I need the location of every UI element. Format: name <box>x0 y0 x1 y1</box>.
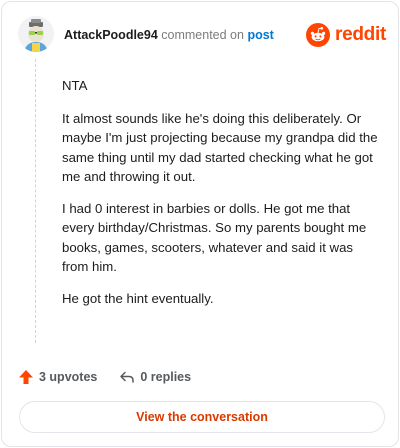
reddit-logo-icon <box>306 23 331 47</box>
comment-paragraph: I had 0 interest in barbies or dolls. He… <box>62 200 367 275</box>
comment-body: NTA It almost sounds like he's doing thi… <box>62 76 382 320</box>
brand-name: reddit <box>335 24 386 45</box>
reply-button[interactable]: 0 replies <box>119 369 191 385</box>
reply-arrow-icon <box>120 371 135 383</box>
comment-paragraph: NTA <box>62 78 88 93</box>
upvote-count: 3 upvotes <box>39 370 98 384</box>
comment-actions: 3 upvotes 0 replies <box>18 366 191 388</box>
reddit-logo[interactable]: reddit <box>306 22 386 48</box>
comment-meta: AttackPoodle94 commented on post <box>64 28 274 42</box>
reply-count: 0 replies <box>140 370 192 384</box>
avatar[interactable] <box>18 16 54 52</box>
author-username[interactable]: AttackPoodle94 <box>64 28 158 42</box>
comment-paragraph: He got the hint eventually. <box>62 290 214 306</box>
avatar-image <box>18 16 54 52</box>
action-text: commented on <box>161 28 244 42</box>
view-conversation-button[interactable]: View the conversation <box>19 401 385 433</box>
comment-header: AttackPoodle94 commented on post reddit <box>18 16 386 56</box>
upvote-button[interactable]: 3 upvotes <box>18 369 97 385</box>
post-link[interactable]: post <box>247 28 273 42</box>
thread-line <box>35 59 36 343</box>
upvote-arrow-icon <box>19 370 33 384</box>
comment-paragraph: It almost sounds like he's doing this de… <box>62 110 378 185</box>
comment-card: AttackPoodle94 commented on post reddit … <box>1 1 399 447</box>
